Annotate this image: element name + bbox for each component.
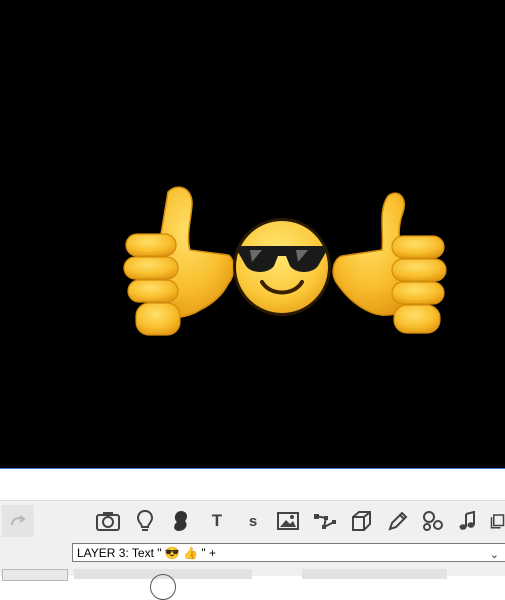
panel-section-right	[302, 569, 447, 579]
layer-toolbar: T s	[0, 500, 505, 541]
redo-icon	[11, 515, 26, 526]
thumbs-up-left-icon	[123, 186, 235, 336]
light-button[interactable]	[131, 507, 159, 535]
pencil-icon	[388, 511, 408, 531]
panel-section-middle	[74, 569, 252, 600]
audio-button[interactable]	[454, 507, 482, 535]
copy-icon	[490, 514, 505, 529]
emoji-artwork	[123, 186, 447, 336]
timeline-spacer	[0, 469, 505, 500]
particles-button[interactable]	[419, 507, 447, 535]
path-button[interactable]	[311, 507, 339, 535]
lightbulb-icon	[136, 509, 154, 531]
paint-button[interactable]	[167, 507, 195, 535]
thumbs-up-right-icon	[332, 192, 447, 334]
image-icon	[277, 512, 299, 530]
redo-button[interactable]	[2, 505, 34, 537]
music-note-icon	[459, 510, 475, 530]
image-button[interactable]	[274, 507, 302, 535]
preview-canvas[interactable]	[0, 0, 505, 468]
camera-icon	[96, 512, 120, 531]
chevron-down-icon: ⌄	[489, 549, 499, 561]
particles-icon	[423, 511, 443, 531]
3d-button[interactable]	[347, 507, 375, 535]
sunglasses-face-icon	[233, 218, 331, 316]
panel-button-left[interactable]	[2, 569, 68, 581]
cube-icon	[352, 511, 371, 531]
layer-selector-row: LAYER 3: Text " 😎 👍 " + ⌄	[0, 540, 505, 566]
layer-dropdown-value: LAYER 3: Text " 😎 👍 " +	[77, 546, 217, 560]
text-icon: T	[211, 511, 223, 530]
vector-path-icon	[314, 514, 336, 529]
dial-icon[interactable]	[150, 574, 176, 600]
s-icon: s	[248, 512, 258, 530]
draw-button[interactable]	[384, 507, 412, 535]
brush-blob-icon	[174, 511, 188, 531]
subtitle-button[interactable]: s	[239, 507, 267, 535]
camera-button[interactable]	[94, 507, 122, 535]
text-button[interactable]: T	[203, 507, 231, 535]
more-button[interactable]	[490, 507, 505, 535]
properties-panel-edge	[0, 566, 505, 600]
layer-dropdown[interactable]: LAYER 3: Text " 😎 👍 " + ⌄	[72, 543, 505, 562]
